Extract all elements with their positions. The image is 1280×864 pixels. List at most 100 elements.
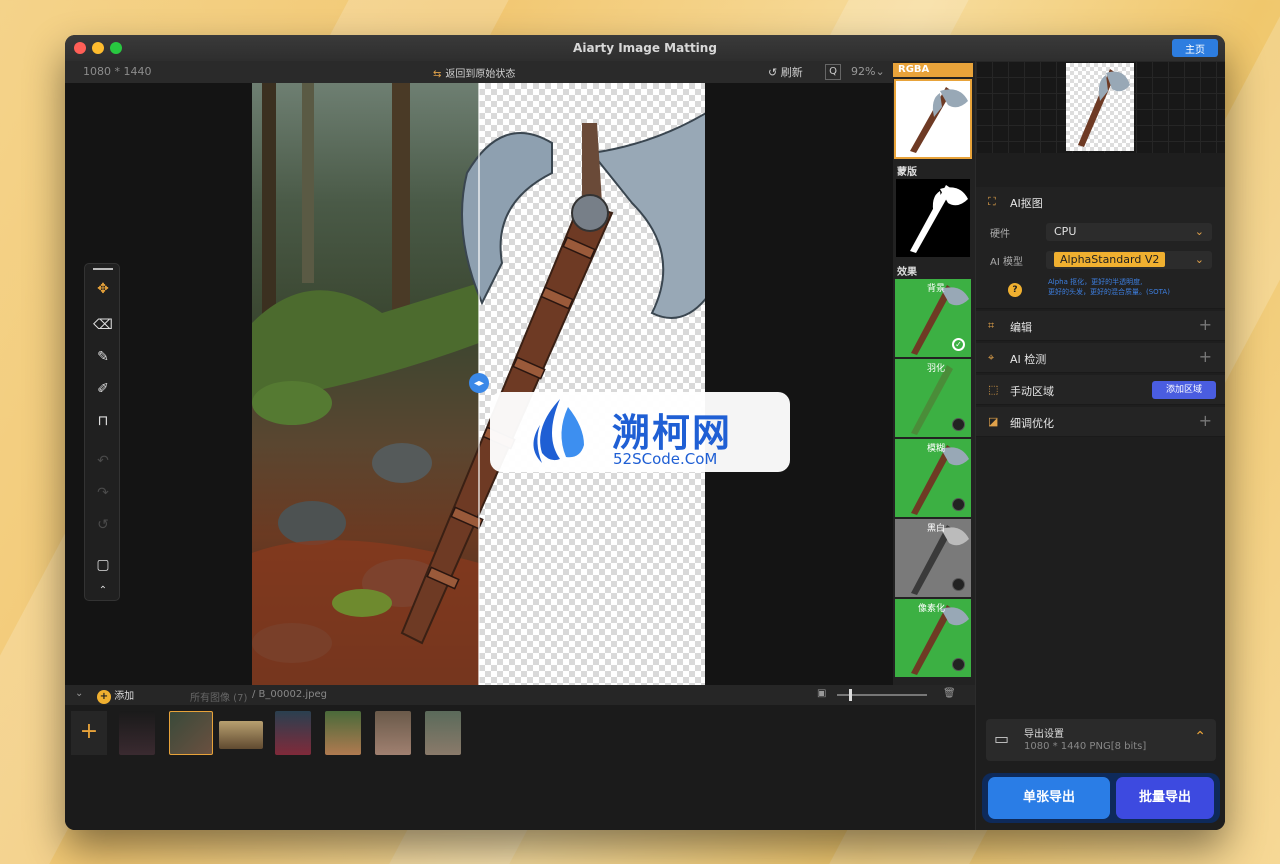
image-icon: ⛶	[988, 195, 996, 208]
window-title: Aiarty Image Matting	[573, 41, 717, 55]
watermark-subtitle: 52SCode.CoM	[613, 450, 718, 468]
all-images-label[interactable]: 所有图像 (7)	[190, 689, 247, 704]
tool-palette: ✥ ⌫ ✎ ✐ ⊓ ↶ ↷ ↺ ▢ ⌃	[84, 263, 120, 601]
zoom-window-button[interactable]	[110, 42, 122, 54]
export-settings[interactable]: ▭ 导出设置 1080 * 1440 PNG[8 bits] ⌃	[986, 719, 1216, 761]
effect-radio[interactable]	[952, 418, 965, 431]
effects-label: 效果	[897, 267, 917, 278]
effect-feather[interactable]: 羽化	[895, 359, 971, 437]
palette-grip[interactable]	[93, 268, 113, 270]
refresh-button[interactable]: ↺ 刷新	[768, 64, 803, 80]
reset-icon[interactable]: ↺	[92, 514, 114, 536]
section-title: 编辑	[1010, 321, 1032, 334]
image-thumbnail[interactable]	[219, 721, 263, 749]
chevron-up-icon[interactable]: ⌃	[1194, 729, 1206, 745]
side-panel: ⛶ AI抠图 硬件 CPU ⌄ AI 模型 AlphaStandard V2 ⌄…	[975, 61, 1225, 830]
effect-radio[interactable]	[952, 578, 965, 591]
close-window-button[interactable]	[74, 42, 86, 54]
edit-section[interactable]: ⌗ 编辑 +	[976, 311, 1225, 341]
image-thumbnail[interactable]	[325, 711, 361, 755]
model-select[interactable]: AlphaStandard V2 ⌄	[1046, 251, 1212, 269]
collapse-icon[interactable]: ⌄	[75, 688, 83, 699]
hardware-label: 硬件	[990, 229, 1010, 240]
add-image-tile[interactable]: +	[71, 711, 107, 755]
roller-tool-icon[interactable]: ⊓	[92, 410, 114, 432]
chevron-down-icon: ⌄	[1194, 253, 1204, 266]
effect-pixelate[interactable]: 像素化	[895, 599, 971, 677]
refine-icon: ◪	[988, 415, 999, 428]
manual-region-section[interactable]: ⬚ 手动区域 添加区域	[976, 375, 1225, 405]
swap-icon: ⇆	[433, 69, 442, 80]
preview-strip: RGBA 蒙版 效果 背景 ✓ 羽化 模糊 黑白 像素化	[893, 61, 975, 685]
export-settings-value: 1080 * 1440 PNG[8 bits]	[1024, 741, 1147, 752]
ai-matting-section: ⛶ AI抠图 硬件 CPU ⌄ AI 模型 AlphaStandard V2 ⌄…	[976, 187, 1225, 309]
expand-icon[interactable]: +	[1199, 411, 1212, 430]
effect-radio[interactable]	[952, 658, 965, 671]
mask-label: 蒙版	[897, 167, 917, 178]
minimize-window-button[interactable]	[92, 42, 104, 54]
trash-icon[interactable]: 🗑	[943, 688, 956, 699]
export-buttons: 单张导出 批量导出	[982, 773, 1220, 823]
export-single-button[interactable]: 单张导出	[988, 777, 1110, 819]
slider-handle[interactable]	[849, 689, 852, 701]
paint-brush-tool-icon[interactable]: ✐	[92, 378, 114, 400]
hint-line: 更好的头发，更好的混合质量。(SOTA)	[1048, 288, 1170, 296]
chevron-down-icon: ⌄	[875, 65, 885, 78]
result-thumbnail[interactable]	[1066, 63, 1134, 151]
image-thumbnail[interactable]	[375, 711, 411, 755]
filmstrip: +	[65, 705, 975, 830]
mask-preview-thumbnail[interactable]	[894, 177, 972, 259]
model-value: AlphaStandard V2	[1054, 252, 1166, 267]
move-tool-icon[interactable]: ✥	[92, 278, 114, 300]
effect-selected-check-icon[interactable]: ✓	[952, 338, 965, 351]
compare-divider-handle[interactable]: ◂▸	[469, 373, 489, 393]
canvas-area[interactable]: ◂▸ ✥ ⌫ ✎ ✐ ⊓ ↶ ↷ ↺ ▢ ⌃	[65, 83, 893, 685]
effect-blur[interactable]: 模糊	[895, 439, 971, 517]
image-thumbnail[interactable]	[119, 711, 155, 755]
hardware-select[interactable]: CPU ⌄	[1046, 223, 1212, 241]
image-thumbnail[interactable]	[425, 711, 461, 755]
effect-black-white[interactable]: 黑白	[895, 519, 971, 597]
title-bar: Aiarty Image Matting 主页	[65, 35, 1225, 61]
compare-view-icon[interactable]: ▢	[92, 554, 114, 576]
crop-icon: ⌗	[988, 319, 995, 332]
thumbnail-size-icon: ▣	[817, 688, 827, 699]
effect-label: 背景	[926, 284, 945, 294]
effect-label: 羽化	[926, 364, 945, 374]
refine-section[interactable]: ◪ 细调优化 +	[976, 407, 1225, 437]
image-thumbnail[interactable]	[275, 711, 311, 755]
expand-icon[interactable]: +	[1199, 315, 1212, 334]
collapse-palette-icon[interactable]: ⌃	[92, 580, 114, 602]
export-batch-button[interactable]: 批量导出	[1116, 777, 1214, 819]
refresh-label: 刷新	[780, 66, 803, 79]
restore-original-button[interactable]: ⇆ 返回到原始状态	[433, 65, 515, 80]
effect-label: 像素化	[917, 604, 945, 614]
help-icon[interactable]: ?	[1008, 283, 1022, 297]
hardware-value: CPU	[1054, 225, 1077, 238]
brush-tool-icon[interactable]: ✎	[92, 346, 114, 368]
monitor-gear-icon: ▭	[994, 729, 1010, 748]
effect-background[interactable]: 背景 ✓	[895, 279, 971, 357]
zoom-value: 92%	[851, 65, 876, 78]
rgba-label: RGBA	[893, 63, 973, 77]
chevron-down-icon: ⌄	[1194, 225, 1204, 238]
undo-icon[interactable]: ↶	[92, 450, 114, 472]
watermark-title: 溯柯网	[612, 411, 733, 455]
rgba-preview-thumbnail[interactable]	[894, 79, 972, 159]
add-region-button[interactable]: 添加区域	[1152, 381, 1216, 399]
redo-icon[interactable]: ↷	[92, 482, 114, 504]
ai-detect-section[interactable]: ⌖ AI 检测 +	[976, 343, 1225, 373]
zoom-icon[interactable]: Q	[825, 64, 841, 80]
home-button[interactable]: 主页	[1172, 39, 1218, 57]
export-settings-title: 导出设置	[1024, 729, 1064, 740]
add-images-button[interactable]: + 添加	[97, 687, 134, 704]
image-thumbnail[interactable]	[169, 711, 213, 755]
section-title: 细调优化	[1010, 417, 1054, 430]
expand-icon[interactable]: +	[1199, 347, 1212, 366]
effect-radio[interactable]	[952, 498, 965, 511]
eraser-tool-icon[interactable]: ⌫	[92, 314, 114, 336]
axe-thumbnail-icon	[1078, 69, 1130, 147]
zoom-select[interactable]: 92%⌄	[851, 65, 885, 78]
current-file-path: / B_00002.jpeg	[252, 689, 328, 700]
filmstrip-toolbar: ⌄ + 添加 所有图像 (7) / B_00002.jpeg ▣ 🗑	[65, 685, 975, 705]
